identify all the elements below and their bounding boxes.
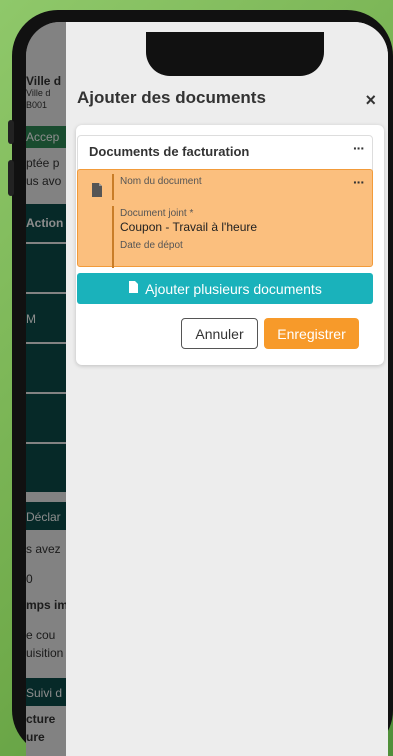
close-icon[interactable]: × [365, 90, 376, 111]
document-name-label[interactable]: Nom du document [120, 176, 202, 187]
document-item: ··· Nom du document Document joint * Cou… [77, 169, 373, 268]
divider [112, 206, 114, 268]
background-page: Ville d Ville d B001 Accep ptée p us avo… [26, 22, 66, 756]
document-menu-icon[interactable]: ··· [353, 174, 365, 190]
phone-notch [146, 32, 324, 76]
document-icon [128, 280, 139, 297]
attached-document-label: Document joint * [120, 208, 194, 219]
screen: Ville d Ville d B001 Accep ptée p us avo… [26, 22, 388, 756]
phone-side-button [8, 120, 14, 144]
section-title: Documents de facturation [89, 144, 250, 159]
cancel-button[interactable]: Annuler [181, 318, 258, 349]
add-multiple-documents-button[interactable]: Ajouter plusieurs documents [77, 273, 373, 304]
save-button[interactable]: Enregistrer [264, 318, 359, 349]
add-button-label: Ajouter plusieurs documents [145, 280, 322, 297]
deposit-date-label[interactable]: Date de dépot [120, 240, 183, 251]
background-overlay [26, 22, 66, 756]
modal-title: Ajouter des documents [77, 88, 266, 107]
section-menu-icon[interactable]: ··· [353, 140, 365, 156]
document-icon [91, 182, 103, 201]
phone-side-button [8, 160, 14, 196]
divider [112, 174, 114, 200]
add-documents-modal: Ajouter des documents × Documents de fac… [66, 22, 388, 756]
attached-document-value[interactable]: Coupon - Travail à l'heure [120, 220, 257, 234]
